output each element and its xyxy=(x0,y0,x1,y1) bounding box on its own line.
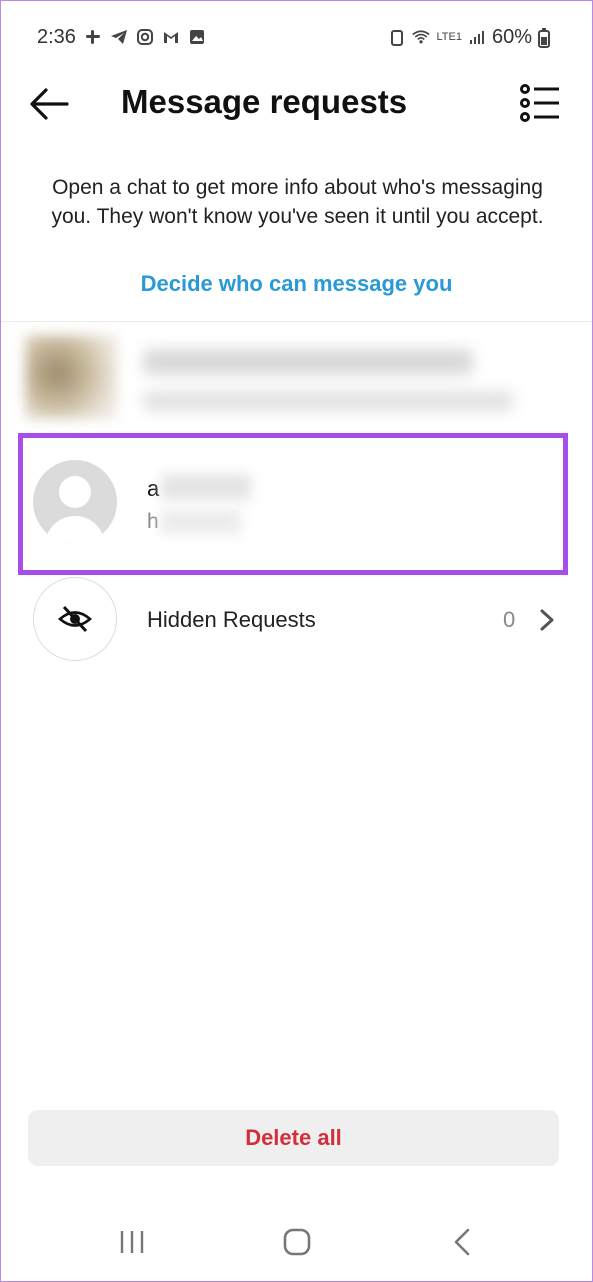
list-icon xyxy=(520,84,559,122)
page-title: Message requests xyxy=(121,83,408,120)
chevron-left-icon xyxy=(454,1228,470,1256)
eye-off-icon xyxy=(58,605,92,633)
avatar-body xyxy=(45,516,105,544)
request-name: a xyxy=(147,476,160,501)
gmail-icon xyxy=(162,28,180,46)
arrow-left-icon xyxy=(30,88,69,120)
system-back-button[interactable] xyxy=(451,1227,473,1257)
info-text: Open a chat to get more info about who's… xyxy=(51,176,544,228)
home-button[interactable] xyxy=(282,1227,312,1257)
blurred-message xyxy=(143,391,513,411)
status-bar: 2:36 LTE1 60% xyxy=(1,1,592,73)
network-label: LTE1 xyxy=(436,31,462,43)
blurred-message xyxy=(161,510,241,534)
blurred-name xyxy=(161,474,251,500)
wifi-icon xyxy=(412,28,431,46)
avatar xyxy=(25,335,117,419)
avatar-head xyxy=(59,476,91,508)
options-button[interactable] xyxy=(519,83,561,123)
recents-button[interactable] xyxy=(119,1229,145,1255)
battery-saver-icon xyxy=(388,28,406,46)
battery-percent: 60% xyxy=(491,25,532,48)
avatar-placeholder xyxy=(33,460,117,544)
hidden-requests-row[interactable]: Hidden Requests 0 xyxy=(1,577,592,663)
telegram-icon xyxy=(110,28,128,46)
hidden-requests-label: Hidden Requests xyxy=(147,607,316,632)
request-row[interactable]: a h xyxy=(23,438,563,570)
gallery-icon xyxy=(188,28,206,46)
battery-icon xyxy=(538,28,556,48)
slack-icon xyxy=(84,28,102,46)
instagram-icon xyxy=(136,28,154,46)
home-icon xyxy=(283,1228,311,1256)
hidden-requests-count: 0 xyxy=(503,607,516,632)
delete-all-button[interactable]: Delete all xyxy=(28,1110,559,1166)
hidden-icon-circle xyxy=(33,577,117,661)
decide-who-can-message-link[interactable]: Decide who can message you xyxy=(1,271,592,297)
request-message: h xyxy=(147,510,159,533)
recents-icon xyxy=(120,1231,144,1253)
chevron-right-icon xyxy=(540,609,554,631)
request-row-blurred[interactable] xyxy=(1,329,592,424)
back-button[interactable] xyxy=(29,87,69,121)
system-nav-bar xyxy=(1,1201,592,1281)
signal-icon xyxy=(468,28,486,46)
blurred-name xyxy=(143,349,473,375)
status-time: 2:36 xyxy=(37,25,76,48)
divider xyxy=(1,321,592,322)
header: Message requests xyxy=(1,73,592,137)
